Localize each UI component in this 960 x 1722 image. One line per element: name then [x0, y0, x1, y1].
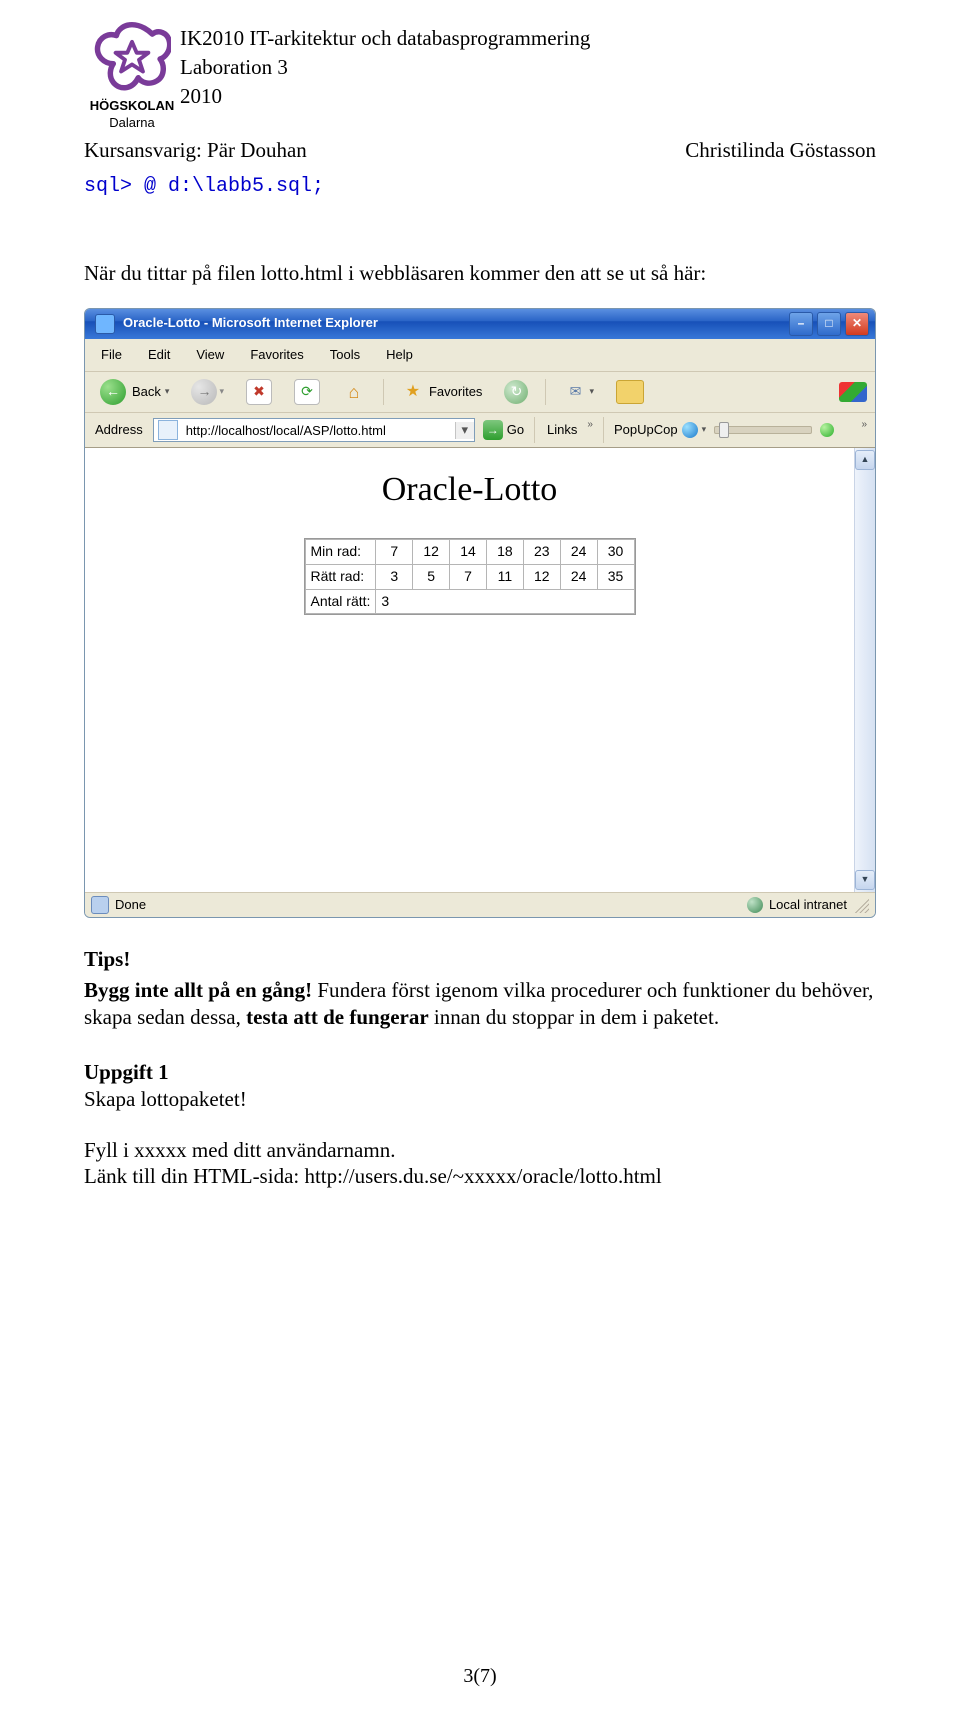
menu-favorites[interactable]: Favorites [248, 345, 305, 366]
status-right: Local intranet [769, 897, 847, 914]
close-button[interactable]: ✕ [845, 312, 869, 336]
tips-heading: Tips! [84, 947, 130, 971]
page-number: 3(7) [0, 1664, 960, 1690]
table-row: Rätt rad: 3 5 7 11 12 24 35 [305, 564, 634, 589]
header-year: 2010 [180, 82, 590, 111]
toolbar: ← Back ▾ → ▾ ✖ ⟳ ⌂ ★ Favorites ↻ ✉▾ [85, 372, 875, 413]
status-left: Done [115, 897, 146, 914]
sql-code-line: sql> @ d:\labb5.sql; [84, 174, 876, 200]
logo-word-bottom: Dalarna [84, 115, 180, 132]
refresh-icon: ⟳ [294, 379, 320, 405]
popupcop-button[interactable]: PopUpCop ▾ [614, 422, 706, 439]
header-course: IK2010 IT-arkitektur och databasprogramm… [180, 24, 590, 53]
status-bar: Done Local intranet [85, 892, 875, 917]
folder-button[interactable] [609, 376, 651, 408]
stop-icon: ✖ [246, 379, 272, 405]
address-label: Address [93, 422, 145, 439]
header-left-name: Kursansvarig: Pär Douhan [84, 137, 307, 164]
favorites-button[interactable]: ★ Favorites [394, 376, 489, 408]
header-right-name: Christilinda Göstasson [685, 137, 876, 164]
star-icon: ★ [401, 380, 425, 404]
zone-icon [747, 897, 763, 913]
uppgift-line: Skapa lottopaketet! [84, 1086, 876, 1113]
windows-flag-icon [839, 382, 867, 402]
back-icon: ← [100, 379, 126, 405]
links-label[interactable]: Links [545, 422, 579, 439]
url-input[interactable] [182, 420, 455, 440]
folder-icon [616, 380, 644, 404]
link-line: Länk till din HTML-sida: http://users.du… [84, 1163, 876, 1190]
minimize-button[interactable]: – [789, 312, 813, 336]
school-logo [93, 20, 171, 98]
mail-button[interactable]: ✉▾ [556, 376, 601, 408]
stop-button[interactable]: ✖ [239, 376, 279, 408]
popupcop-icon [682, 422, 698, 438]
table-row: Antal rätt: 3 [305, 589, 634, 614]
page-icon [158, 420, 178, 440]
row2-label: Rätt rad: [305, 564, 376, 589]
fill-line: Fyll i xxxxx med ditt användarnamn. [84, 1137, 876, 1164]
vertical-scrollbar[interactable]: ▲ ▼ [854, 448, 875, 892]
lotto-table: Min rad: 7 12 14 18 23 24 30 Rätt rad: 3 [304, 538, 636, 616]
table-row: Min rad: 7 12 14 18 23 24 30 [305, 539, 634, 564]
home-icon: ⌂ [342, 380, 366, 404]
intro-line: När du tittar på filen lotto.html i webb… [84, 260, 876, 287]
row1-label: Min rad: [305, 539, 376, 564]
menu-edit[interactable]: Edit [146, 345, 172, 366]
history-button[interactable]: ↻ [497, 376, 535, 408]
toolbar-overflow-icon[interactable]: » [861, 419, 867, 432]
scroll-up-icon[interactable]: ▲ [855, 450, 875, 470]
url-dropdown-icon[interactable]: ▾ [455, 422, 474, 439]
uppgift-title: Uppgift 1 [84, 1060, 169, 1084]
url-field[interactable]: ▾ [153, 418, 475, 442]
header-lab: Laboration 3 [180, 53, 590, 82]
menu-file[interactable]: File [99, 345, 124, 366]
refresh-button[interactable]: ⟳ [287, 376, 327, 408]
page-title: Oracle-Lotto [125, 468, 814, 512]
scroll-down-icon[interactable]: ▼ [855, 870, 875, 890]
back-button[interactable]: ← Back ▾ [93, 376, 176, 408]
menu-view[interactable]: View [194, 345, 226, 366]
popupcop-slider[interactable] [714, 426, 812, 434]
logo-word-top: HÖGSKOLAN [90, 98, 175, 113]
page-content: Oracle-Lotto Min rad: 7 12 14 18 23 24 3… [85, 448, 854, 892]
mail-icon: ✉ [563, 380, 587, 404]
menu-bar: File Edit View Favorites Tools Help [85, 339, 875, 373]
ie-icon [95, 314, 115, 334]
go-icon: → [483, 420, 503, 440]
menu-help[interactable]: Help [384, 345, 415, 366]
home-button[interactable]: ⌂ [335, 376, 373, 408]
antal-value: 3 [376, 589, 634, 614]
menu-tools[interactable]: Tools [328, 345, 362, 366]
links-chevron-icon[interactable]: » [587, 419, 593, 432]
status-page-icon [91, 896, 109, 914]
browser-screenshot: Oracle-Lotto - Microsoft Internet Explor… [84, 308, 876, 919]
forward-icon: → [191, 379, 217, 405]
antal-label: Antal rätt: [305, 589, 376, 614]
window-title: Oracle-Lotto - Microsoft Internet Explor… [123, 315, 378, 332]
maximize-button[interactable]: □ [817, 312, 841, 336]
resize-grip-icon[interactable] [853, 897, 869, 913]
tips-paragraph: Bygg inte allt på en gång! Fundera först… [84, 977, 876, 1031]
go-button[interactable]: → Go [483, 420, 524, 440]
status-led-icon [820, 423, 834, 437]
history-icon: ↻ [504, 380, 528, 404]
forward-button[interactable]: → ▾ [184, 376, 231, 408]
address-bar: Address ▾ → Go Links » PopUpCop ▾ » [85, 413, 875, 448]
